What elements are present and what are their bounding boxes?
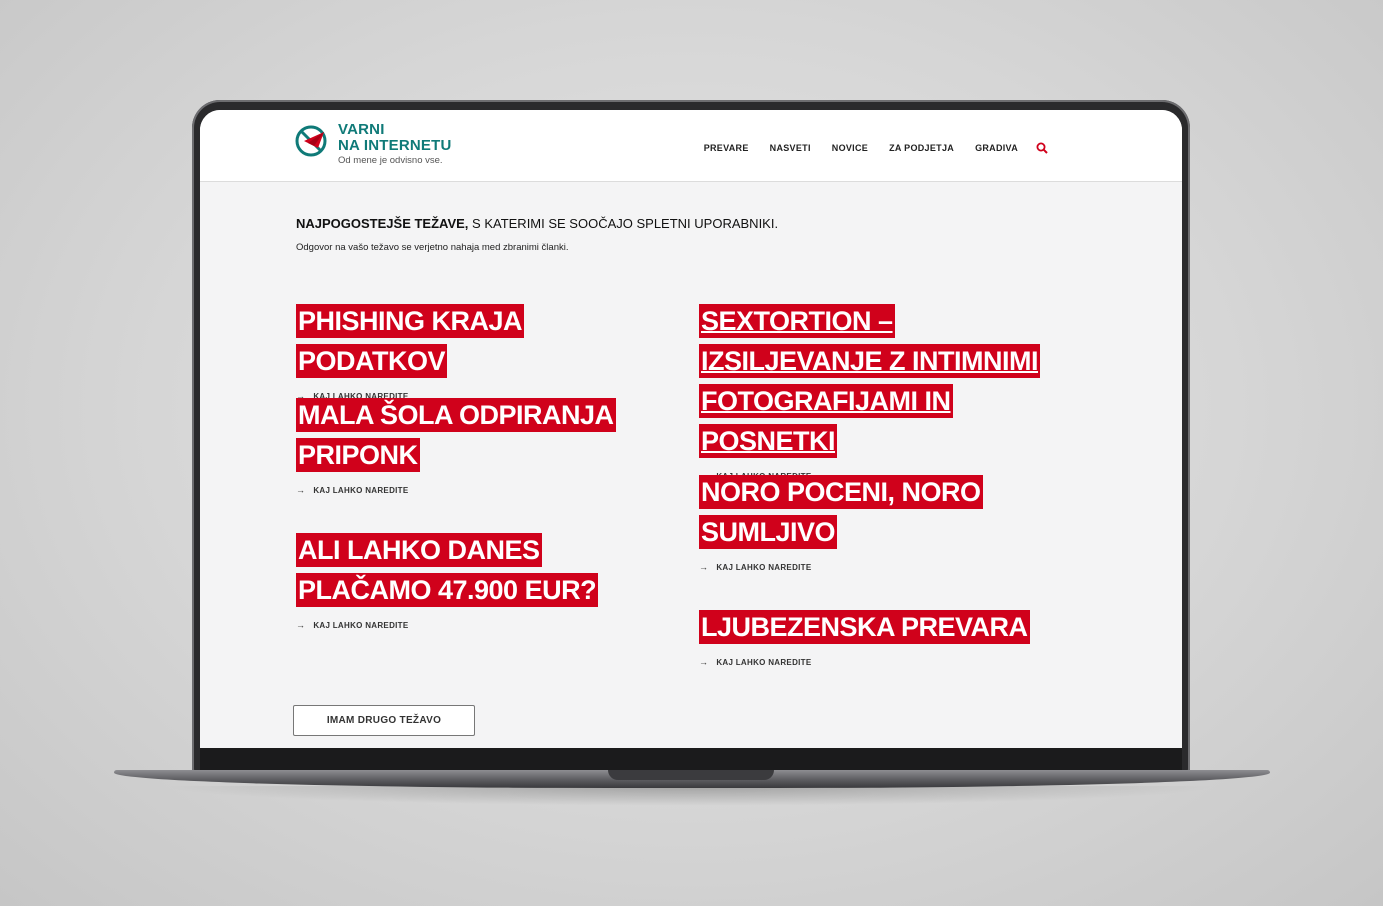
logo-line2: NA INTERNETU — [338, 137, 452, 154]
card-title[interactable]: MALA ŠOLA ODPIRANJA PRIPONK — [296, 398, 616, 472]
card-link[interactable]: →KAJ LAHKO NAREDITE — [296, 620, 668, 630]
card-noro-poceni: NORO POCENI, NORO SUMLJIVO → KAJ LAHKO NA… — [699, 472, 999, 572]
main-nav: PREVARE NASVETI NOVICE ZA PODJETJA GRADI… — [683, 142, 1048, 154]
arrow-right-icon: → — [296, 485, 306, 495]
intro-heading: NAJPOGOSTEJŠE TEŽAVE, S KATERIMI SE SOOČ… — [296, 216, 778, 231]
card-phishing: PHISHING KRAJA PODATKOV → KAJ LAHKO NARED… — [296, 301, 676, 401]
arrow-right-icon: → — [699, 657, 709, 667]
card-link[interactable]: →KAJ LAHKO NAREDITE — [699, 657, 1079, 667]
logo-line1: VARNI — [338, 121, 385, 138]
laptop-base-notch — [608, 770, 774, 780]
card-title[interactable]: LJUBEZENSKA PREVARA — [699, 610, 1030, 644]
card-link[interactable]: →KAJ LAHKO NAREDITE — [699, 562, 999, 572]
nav-item-novice[interactable]: NOVICE — [832, 143, 868, 153]
logo-icon — [295, 125, 327, 157]
logo-tagline: Od mene je odvisno vse. — [338, 155, 443, 166]
card-title[interactable]: SEXTORTION – IZSILJEVANJE Z INTIMNIMI FO… — [699, 304, 1041, 458]
intro-heading-bold: NAJPOGOSTEJŠE TEŽAVE, — [296, 216, 469, 231]
nav-item-za-podjetja[interactable]: ZA PODJETJA — [889, 143, 954, 153]
card-link[interactable]: →KAJ LAHKO NAREDITE — [296, 485, 626, 495]
arrow-right-icon: → — [699, 562, 709, 572]
card-ljubezenska: LJUBEZENSKA PREVARA → KAJ LAHKO NAREDITE — [699, 607, 1079, 667]
nav-item-nasveti[interactable]: NASVETI — [770, 143, 811, 153]
intro-subtitle: Odgovor na vašo težavo se verjetno nahaj… — [296, 242, 569, 253]
card-sextortion: SEXTORTION – IZSILJEVANJE Z INTIMNIMI FO… — [699, 301, 1079, 481]
browser-screen: VARNI NA INTERNETU Od mene je odvisno vs… — [200, 110, 1182, 750]
screen-bottom-bezel — [200, 748, 1182, 770]
other-problem-button[interactable]: IMAM DRUGO TEŽAVO — [293, 705, 475, 736]
search-icon[interactable] — [1036, 142, 1048, 154]
nav-item-gradiva[interactable]: GRADIVA — [975, 143, 1018, 153]
laptop-shadow — [160, 786, 1220, 806]
intro-heading-rest: S KATERIMI SE SOOČAJO SPLETNI UPORABNIKI… — [468, 216, 779, 231]
site-logo[interactable]: VARNI NA INTERNETU Od mene je odvisno vs… — [294, 122, 452, 166]
arrow-right-icon: → — [296, 620, 306, 630]
card-priponke: MALA ŠOLA ODPIRANJA PRIPONK → KAJ LAHKO N… — [296, 395, 626, 495]
site-header: VARNI NA INTERNETU Od mene je odvisno vs… — [200, 110, 1182, 182]
nav-item-prevare[interactable]: PREVARE — [704, 143, 749, 153]
card-title[interactable]: NORO POCENI, NORO SUMLJIVO — [699, 475, 983, 549]
card-placamo: ALI LAHKO DANES PLAČAMO 47.900 EUR? → KAJ… — [296, 530, 668, 630]
card-title[interactable]: ALI LAHKO DANES PLAČAMO 47.900 EUR? — [296, 533, 599, 607]
card-title[interactable]: PHISHING KRAJA PODATKOV — [296, 304, 525, 378]
